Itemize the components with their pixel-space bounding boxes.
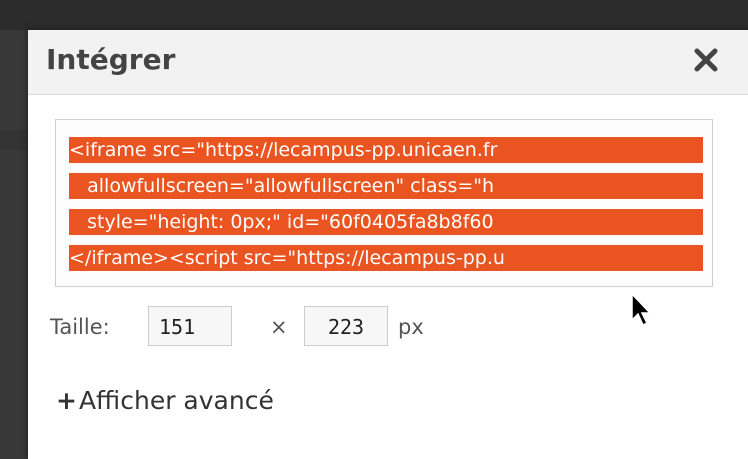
embed-code-line: <iframe src="https://lecampus-pp.unicaen…: [69, 137, 703, 163]
show-advanced-label: Afficher avancé: [78, 386, 274, 415]
unit-label: px: [398, 315, 424, 339]
show-advanced-link[interactable]: +Afficher avancé: [56, 386, 274, 415]
dialog-title: Intégrer: [46, 43, 176, 76]
embed-code-line: </iframe><script src="https://lecampus-p…: [69, 245, 703, 271]
close-icon: [694, 48, 718, 72]
backdrop-band: [0, 0, 748, 30]
plus-icon: +: [56, 386, 77, 415]
times-sign: ×: [270, 315, 288, 339]
mouse-pointer-icon: [631, 292, 652, 327]
height-input[interactable]: 223: [304, 306, 388, 346]
embed-code-line: allowfullscreen="allowfullscreen" class=…: [69, 173, 703, 199]
dialog-header: Intégrer: [28, 30, 748, 95]
width-input[interactable]: 151: [148, 306, 232, 346]
embed-code-textarea[interactable]: <iframe src="https://lecampus-pp.unicaen…: [55, 119, 713, 287]
embed-dialog: Intégrer <iframe src="https://lecampus-p…: [28, 30, 748, 459]
embed-code-line: style="height: 0px;" id="60f0405fa8b8f60: [69, 209, 703, 235]
size-label: Taille:: [50, 315, 110, 339]
close-button[interactable]: [690, 44, 722, 76]
